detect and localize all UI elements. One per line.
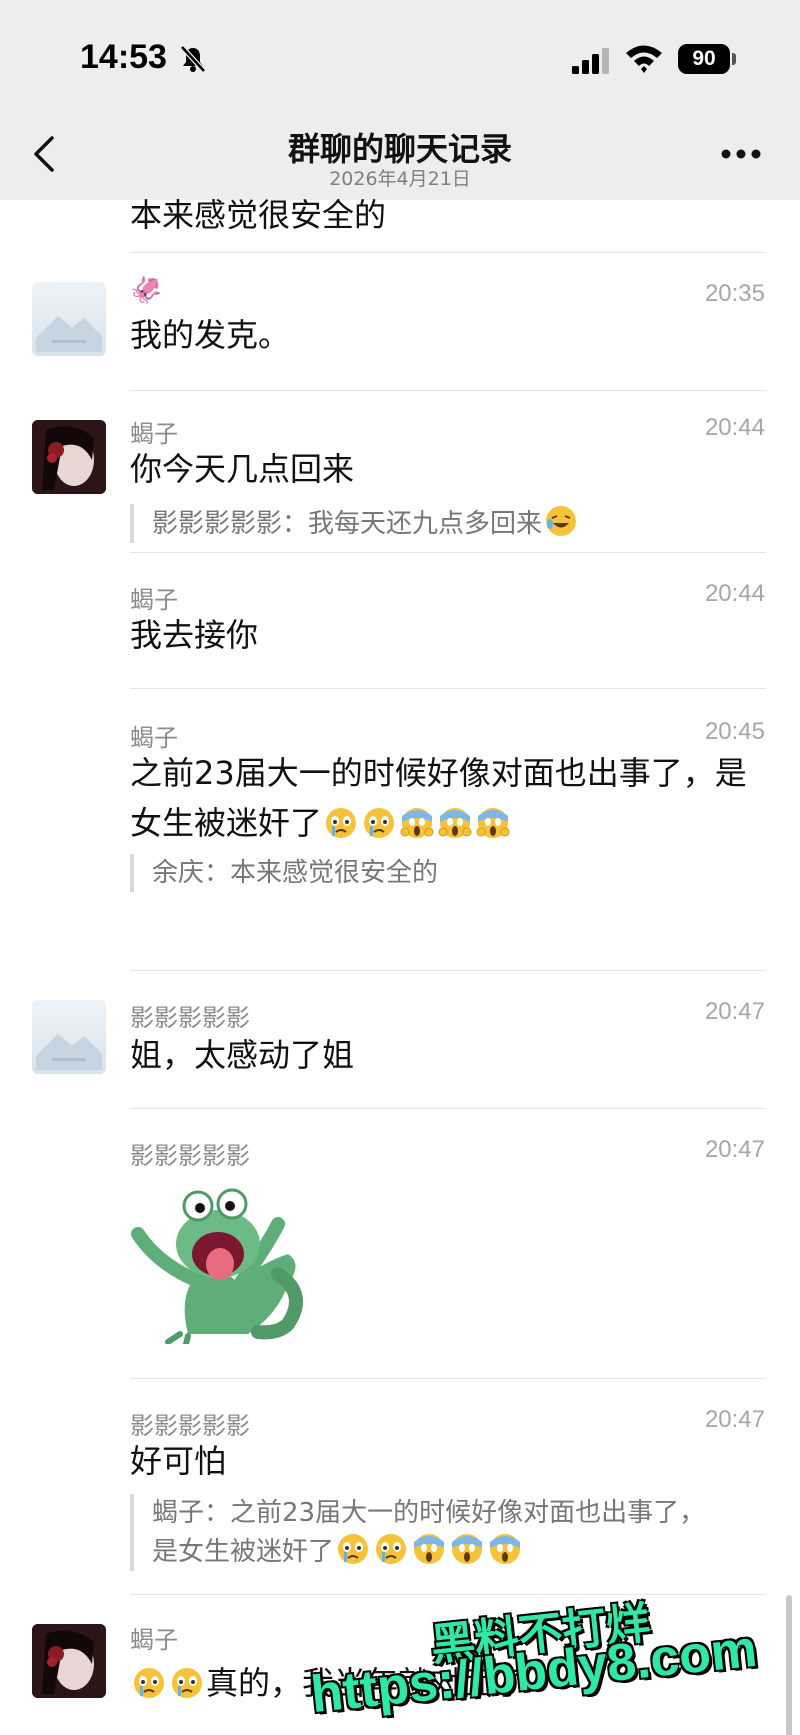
signal-icon bbox=[572, 48, 609, 74]
sender-name: 影影影影影 bbox=[130, 1142, 250, 1170]
status-time: 14:53 bbox=[80, 38, 167, 76]
message-time: 20:35 bbox=[704, 280, 765, 307]
message-time: 20:45 bbox=[704, 718, 765, 745]
avatar[interactable] bbox=[32, 420, 106, 494]
sender-name: 🦑 bbox=[130, 276, 163, 306]
divider bbox=[130, 970, 766, 971]
message-text: 姐，太感动了姐 bbox=[130, 1036, 355, 1074]
watermark-overlay: 黑料不打烊 https://bbdy8.com bbox=[308, 1590, 790, 1730]
status-bar: 14:53 90 bbox=[0, 0, 800, 118]
crying-emoji-icon bbox=[134, 1668, 164, 1698]
message-text-segment: 女生被迷奸了 bbox=[130, 804, 323, 842]
message-text: 我去接你 bbox=[130, 616, 259, 654]
message-text: 你今天几点回来 bbox=[130, 450, 355, 488]
sender-name: 影影影影影 bbox=[130, 1004, 250, 1032]
quoted-message: 影影影影影：我每天还九点多回来 bbox=[130, 504, 770, 543]
scream-emoji-icon bbox=[414, 1534, 445, 1564]
crying-emoji-icon bbox=[172, 1668, 202, 1698]
avatar-girl-image bbox=[32, 1624, 106, 1698]
divider bbox=[130, 390, 766, 391]
crying-emoji-icon bbox=[326, 808, 357, 838]
avatar[interactable] bbox=[32, 1624, 106, 1698]
crying-emoji-icon bbox=[338, 1534, 369, 1564]
message-time: 20:44 bbox=[704, 414, 765, 441]
scream-emoji-icon bbox=[400, 808, 434, 838]
divider bbox=[130, 252, 766, 253]
crying-emoji-icon bbox=[376, 1534, 407, 1564]
quoted-message: 余庆：本来感觉很安全的 bbox=[130, 854, 770, 892]
page-subtitle-date: 2026年4月21日 bbox=[329, 168, 471, 190]
message-text-line: 女生被迷奸了 bbox=[130, 798, 770, 848]
avatar[interactable] bbox=[32, 282, 106, 356]
message-time: 20:44 bbox=[704, 580, 765, 607]
avatar-girl-image bbox=[32, 420, 106, 494]
chat-record-list[interactable]: 本来感觉很安全的 🦑 20:35 我的发克。 蝎子 20:44 你今天几点回来 … bbox=[0, 196, 800, 1735]
battery-cap bbox=[732, 53, 736, 65]
message-time: 20:47 bbox=[704, 1406, 765, 1433]
scream-emoji-icon bbox=[452, 1534, 483, 1564]
quoted-text-line: 是女生被迷奸了 bbox=[152, 1532, 770, 1571]
image-placeholder-icon bbox=[36, 316, 102, 352]
divider bbox=[130, 1108, 766, 1109]
message-text: 之前23届大一的时候好像对面也出事了，是 女生被迷奸了 bbox=[130, 748, 770, 848]
bell-muted-icon bbox=[180, 45, 206, 73]
message-time: 20:47 bbox=[704, 998, 765, 1025]
battery-indicator: 90 bbox=[678, 44, 730, 74]
scream-emoji-icon bbox=[476, 808, 510, 838]
crying-emoji-icon bbox=[364, 808, 395, 838]
message-text-line: 之前23届大一的时候好像对面也出事了，是 bbox=[130, 754, 747, 792]
more-options-icon[interactable] bbox=[720, 148, 762, 160]
quoted-message: 蝎子：之前23届大一的时候好像对面也出事了， 是女生被迷奸了 bbox=[130, 1494, 770, 1571]
quoted-text-line: 蝎子：之前23届大一的时候好像对面也出事了， bbox=[152, 1498, 706, 1528]
message-text: 我的发克。 bbox=[130, 316, 291, 354]
laugh-cry-emoji-icon bbox=[546, 506, 577, 536]
divider bbox=[130, 688, 766, 689]
scream-emoji-icon bbox=[490, 1534, 521, 1564]
divider bbox=[130, 552, 766, 553]
image-placeholder-icon bbox=[36, 1034, 102, 1070]
quoted-text: 影影影影影：我每天还九点多回来 bbox=[152, 509, 543, 539]
sender-name: 蝎子 bbox=[130, 1626, 178, 1654]
nav-bar: 群聊的聊天记录 2026年4月21日 bbox=[0, 118, 800, 200]
divider bbox=[130, 1378, 766, 1379]
message-time: 20:47 bbox=[704, 1136, 765, 1163]
wifi-icon bbox=[626, 45, 662, 73]
message-text: 好可怕 bbox=[130, 1442, 227, 1480]
quoted-text-segment: 是女生被迷奸了 bbox=[152, 1537, 335, 1567]
avatar[interactable] bbox=[32, 1000, 106, 1074]
frog-sticker[interactable] bbox=[128, 1184, 308, 1344]
message-text: 本来感觉很安全的 bbox=[130, 196, 387, 234]
scream-emoji-icon bbox=[438, 808, 472, 838]
